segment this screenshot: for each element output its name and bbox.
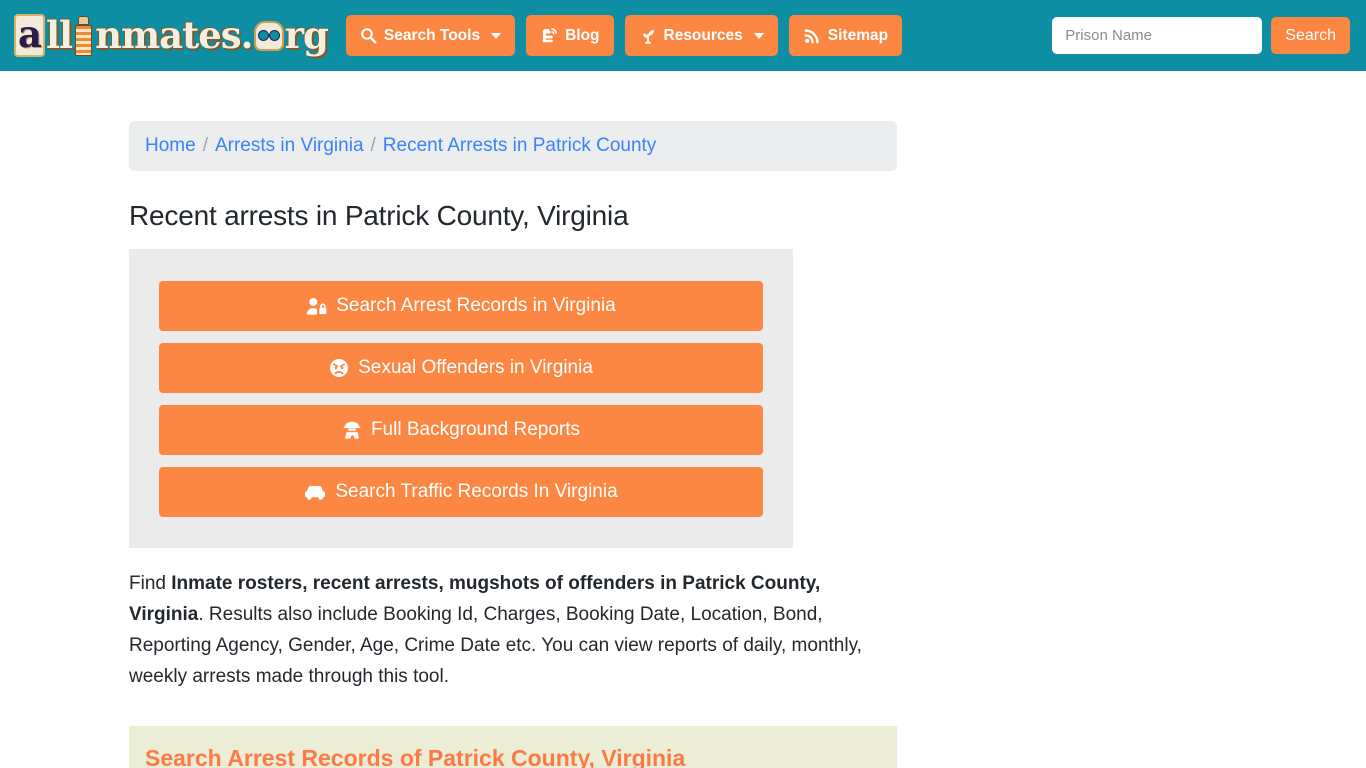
user-secret-icon: [342, 420, 362, 440]
action-button-panel: Search Arrest Records in Virginia Sexual…: [129, 249, 793, 548]
page-title: Recent arrests in Patrick County, Virgin…: [129, 200, 629, 231]
main-content: Home / Arrests in Virginia / Recent Arre…: [0, 71, 897, 768]
nav-blog-button[interactable]: Blog: [526, 15, 614, 56]
search-traffic-records-button[interactable]: Search Traffic Records In Virginia: [159, 467, 763, 517]
breadcrumb-item-home[interactable]: Home: [145, 135, 196, 157]
logo-letter-a: a: [14, 14, 45, 57]
angry-face-icon: [329, 358, 349, 378]
prisoner-figure-icon: [73, 15, 94, 56]
paragraph-rest: . Results also include Booking Id, Charg…: [129, 604, 862, 687]
search-traffic-records-label: Search Traffic Records In Virginia: [335, 481, 618, 502]
car-icon: [304, 483, 326, 501]
paragraph-lead: Find: [129, 573, 172, 594]
search-icon: [360, 27, 377, 44]
breadcrumb-separator: /: [370, 135, 376, 156]
rss-icon: [803, 27, 821, 45]
sexual-offenders-label: Sexual Offenders in Virginia: [358, 357, 593, 378]
intro-paragraph: Find Inmate rosters, recent arrests, mug…: [129, 568, 877, 692]
section-heading-search-arrest-records: Search Arrest Records of Patrick County,…: [129, 726, 897, 768]
logo-letters-ll: ll: [45, 13, 73, 57]
breadcrumb-item-recent-arrests-patrick-county[interactable]: Recent Arrests in Patrick County: [383, 135, 657, 157]
header-search-form: Search: [1052, 17, 1350, 54]
nav-sitemap-label: Sitemap: [827, 26, 889, 44]
nav-sitemap-button[interactable]: Sitemap: [788, 15, 903, 56]
skull-o-icon: [253, 20, 284, 51]
main-navigation: Search Tools Blog Resources Sitemap: [345, 15, 903, 56]
header-search-button[interactable]: Search: [1271, 17, 1350, 54]
nav-blog-label: Blog: [565, 26, 600, 44]
blogger-icon: [540, 27, 558, 45]
breadcrumb-separator: /: [202, 135, 208, 156]
logo-letters-rg: rg: [284, 13, 329, 57]
full-background-reports-button[interactable]: Full Background Reports: [159, 405, 763, 455]
full-background-reports-label: Full Background Reports: [370, 419, 581, 440]
nav-resources-label: Resources: [663, 26, 743, 44]
site-header: a ll nmates. rg Search Tools Blog Resour…: [0, 0, 1366, 71]
nav-search-tools-button[interactable]: Search Tools: [345, 15, 516, 56]
breadcrumb-item-arrests-in-virginia[interactable]: Arrests in Virginia: [215, 135, 364, 157]
chevron-down-icon: [753, 32, 764, 39]
search-arrest-records-button[interactable]: Search Arrest Records in Virginia: [159, 281, 763, 331]
user-lock-icon: [306, 297, 327, 316]
search-arrest-records-label: Search Arrest Records in Virginia: [336, 295, 616, 316]
chevron-down-icon: [491, 32, 502, 39]
site-logo[interactable]: a ll nmates. rg: [14, 12, 329, 60]
prison-name-search-input[interactable]: [1052, 17, 1263, 54]
logo-letters-nmates: nmates: [95, 13, 241, 57]
breadcrumb: Home / Arrests in Virginia / Recent Arre…: [129, 121, 897, 171]
nav-search-tools-label: Search Tools: [383, 26, 481, 44]
nav-resources-button[interactable]: Resources: [624, 15, 778, 56]
seedling-icon: [639, 27, 657, 45]
sexual-offenders-button[interactable]: Sexual Offenders in Virginia: [159, 343, 763, 393]
logo-dot: .: [240, 13, 254, 57]
